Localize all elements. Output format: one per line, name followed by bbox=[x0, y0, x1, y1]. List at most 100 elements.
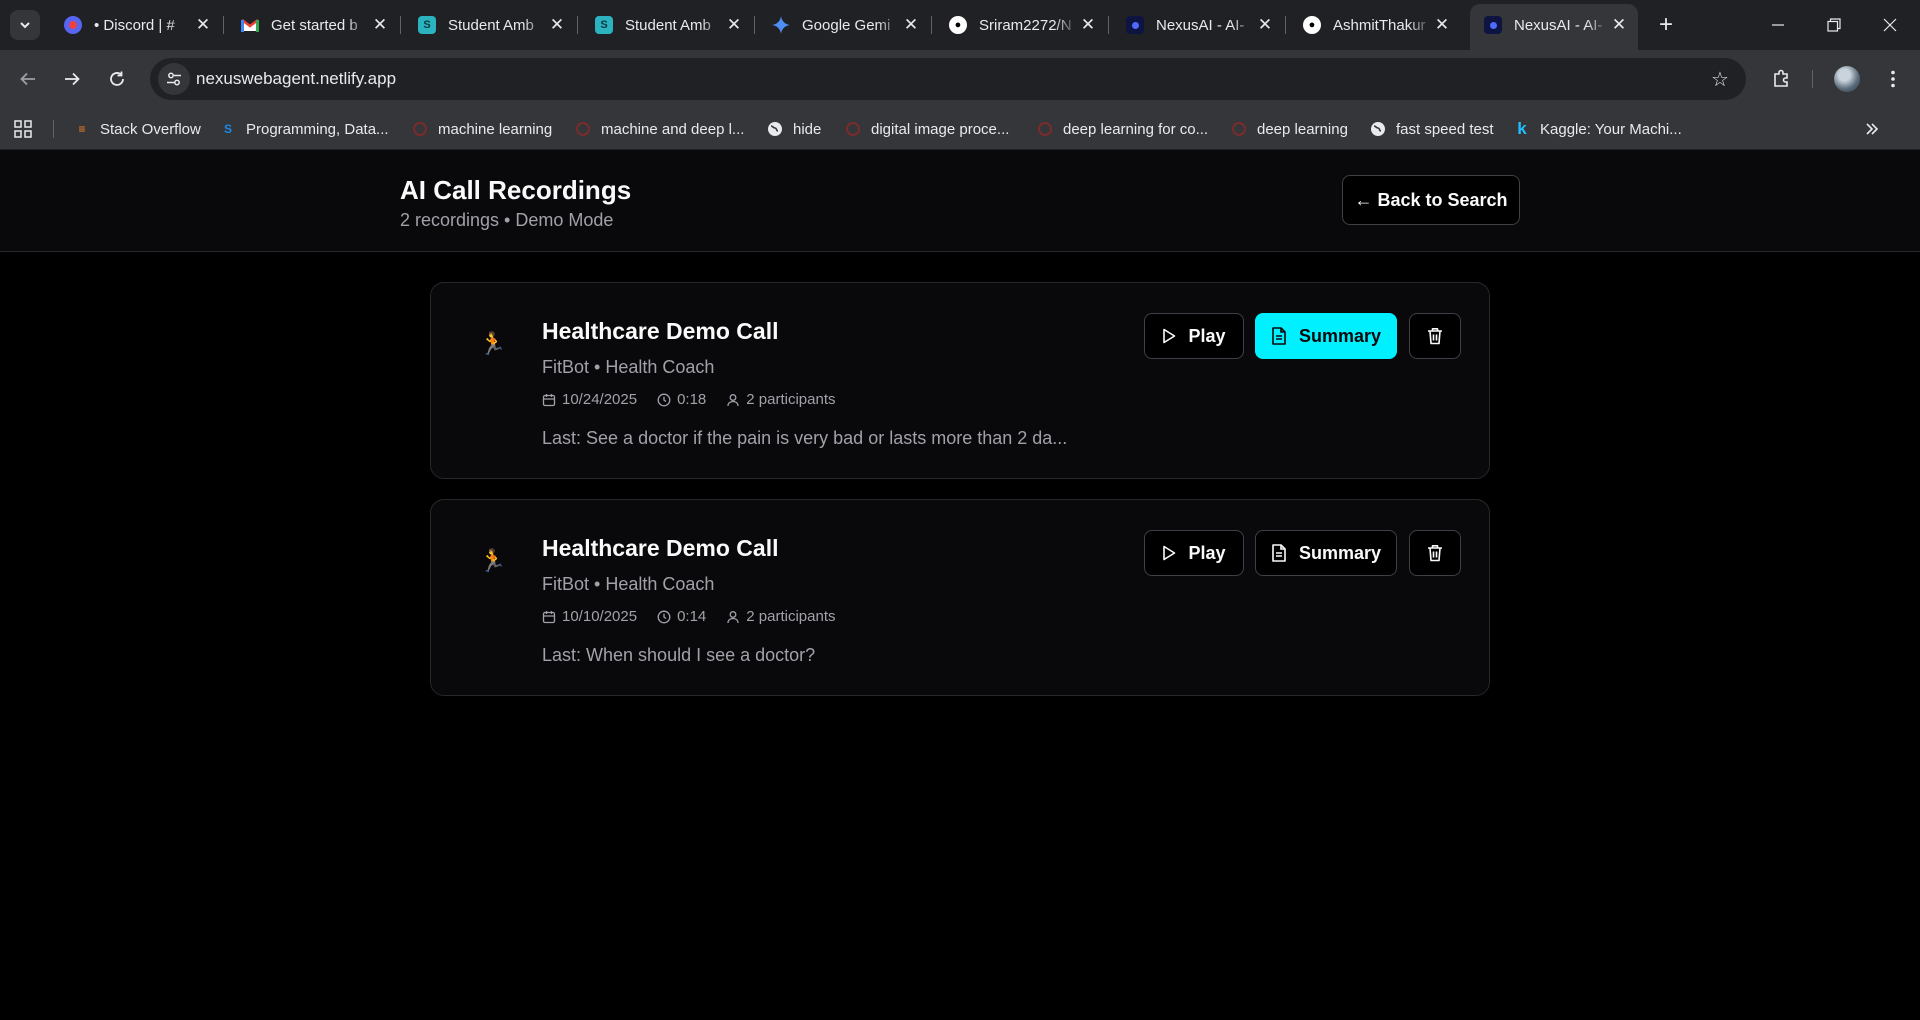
bookmark-programming[interactable]: S Programming, Data... bbox=[220, 108, 389, 150]
bookmark-fast-speed-test[interactable]: fast speed test bbox=[1370, 108, 1494, 150]
bookmark-label: Stack Overflow bbox=[100, 120, 201, 138]
delete-button[interactable] bbox=[1409, 530, 1461, 576]
close-icon[interactable]: ✕ bbox=[1256, 15, 1274, 35]
page-header: AI Call Recordings 2 recordings • Demo M… bbox=[0, 150, 1920, 252]
duration-text: 0:14 bbox=[677, 608, 707, 625]
page-content: AI Call Recordings 2 recordings • Demo M… bbox=[0, 150, 1920, 1020]
tab-label: Sriram2272/N bbox=[979, 16, 1072, 34]
bookmark-machine-deep[interactable]: machine and deep l... bbox=[575, 108, 744, 150]
close-icon[interactable]: ✕ bbox=[548, 15, 566, 35]
play-button[interactable]: Play bbox=[1144, 313, 1244, 359]
student-ambassador-icon: S bbox=[418, 16, 436, 34]
close-icon[interactable]: ✕ bbox=[725, 15, 743, 35]
tab-label: NexusAI - AI- bbox=[1156, 16, 1245, 34]
reload-icon bbox=[110, 71, 124, 86]
tab-github-ashmit[interactable]: ● AshmitThakur ✕ bbox=[1289, 8, 1461, 42]
last-message: Last: When should I see a doctor? bbox=[542, 645, 816, 665]
new-tab-button[interactable]: + bbox=[1651, 10, 1681, 40]
user-icon bbox=[727, 610, 739, 623]
tab-strip: • Discord | # ✕ Get started b ✕ S Studen… bbox=[0, 0, 1920, 50]
extensions-icon[interactable] bbox=[1765, 63, 1797, 95]
profile-avatar[interactable] bbox=[1834, 66, 1860, 92]
bookmark-kaggle[interactable]: k Kaggle: Your Machi... bbox=[1514, 108, 1682, 150]
close-icon[interactable]: ✕ bbox=[1610, 15, 1628, 35]
restore-button[interactable] bbox=[1806, 0, 1862, 50]
tab-nexusai[interactable]: NexusAI - AI- ✕ bbox=[1112, 8, 1286, 42]
tab-nexusai-active[interactable]: NexusAI - AI- ✕ bbox=[1470, 4, 1638, 50]
tab-search-button[interactable] bbox=[10, 10, 40, 40]
apps-grid-icon[interactable] bbox=[14, 108, 32, 150]
participants-text: 2 participants bbox=[746, 391, 836, 408]
tab-gemini[interactable]: Google Gemi ✕ bbox=[758, 8, 932, 42]
trash-icon bbox=[1428, 328, 1442, 345]
tab-student-ambassador[interactable]: S Student Amb ✕ bbox=[404, 8, 578, 42]
close-icon[interactable]: ✕ bbox=[902, 15, 920, 35]
restore-icon bbox=[1827, 18, 1841, 32]
close-icon[interactable]: ✕ bbox=[1433, 15, 1451, 35]
recording-agent: FitBot • Health Coach bbox=[542, 574, 715, 594]
date-text: 10/10/2025 bbox=[562, 608, 638, 625]
clock-icon bbox=[657, 610, 671, 623]
bookmark-digital-image[interactable]: digital image proce... bbox=[845, 108, 1009, 150]
nexusai-icon bbox=[1126, 16, 1144, 34]
github-icon: ● bbox=[1303, 16, 1321, 34]
close-icon[interactable]: ✕ bbox=[1079, 15, 1097, 35]
bookmark-deep-learning[interactable]: deep learning bbox=[1231, 108, 1348, 150]
summary-button[interactable]: Summary bbox=[1255, 530, 1397, 576]
site-info-button[interactable] bbox=[158, 63, 190, 95]
recording-meta: 10/24/2025 0:18 2 participants bbox=[542, 391, 856, 408]
recording-date: 10/24/2025 bbox=[542, 391, 637, 408]
recording-participants: 2 participants bbox=[726, 608, 836, 625]
tab-gmail[interactable]: Get started b ✕ bbox=[227, 8, 401, 42]
browser-menu-icon[interactable] bbox=[1877, 63, 1909, 95]
bookmark-deep-learning-co[interactable]: deep learning for co... bbox=[1037, 108, 1208, 150]
chatgpt-icon bbox=[1037, 121, 1053, 137]
bookmark-machine-learning[interactable]: machine learning bbox=[412, 108, 552, 150]
recording-meta: 10/10/2025 0:14 2 participants bbox=[542, 608, 856, 625]
forward-nav-button[interactable] bbox=[56, 63, 88, 95]
minimize-button[interactable] bbox=[1750, 0, 1806, 50]
globe-icon bbox=[1370, 121, 1386, 137]
trash-icon bbox=[1428, 545, 1442, 562]
tune-icon bbox=[167, 72, 181, 86]
close-icon[interactable]: ✕ bbox=[371, 15, 389, 35]
s-icon: S bbox=[223, 122, 232, 136]
url-text[interactable]: nexuswebagent.netlify.app bbox=[196, 69, 396, 89]
recording-duration: 0:14 bbox=[657, 608, 706, 625]
document-icon bbox=[1272, 327, 1286, 345]
stackoverflow-icon: ≡ bbox=[78, 122, 86, 136]
document-icon bbox=[1272, 544, 1286, 562]
recording-title: Healthcare Demo Call bbox=[542, 535, 779, 561]
chatgpt-icon bbox=[412, 121, 428, 137]
close-icon[interactable]: ✕ bbox=[194, 15, 212, 35]
tab-student-ambassador-2[interactable]: S Student Amb ✕ bbox=[581, 8, 755, 42]
bookmark-label: hide bbox=[793, 120, 822, 138]
play-button[interactable]: Play bbox=[1144, 530, 1244, 576]
tab-discord[interactable]: • Discord | # ✕ bbox=[50, 8, 224, 42]
bookmark-stack-overflow[interactable]: ≡ Stack Overflow bbox=[74, 108, 201, 150]
bookmark-label: deep learning for co... bbox=[1063, 120, 1209, 138]
play-icon bbox=[1163, 545, 1176, 561]
bookmark-label: machine learning bbox=[438, 120, 553, 138]
bookmark-hide[interactable]: hide bbox=[767, 108, 821, 150]
summary-label: Summary bbox=[1298, 325, 1382, 346]
more-bookmarks-icon[interactable] bbox=[1864, 108, 1880, 150]
summary-button[interactable]: Summary bbox=[1255, 313, 1397, 359]
address-bar[interactable]: nexuswebagent.netlify.app ☆ bbox=[150, 58, 1746, 100]
back-to-search-button[interactable]: ← Back to Search bbox=[1342, 175, 1520, 225]
bookmarks-bar: ≡ Stack Overflow S Programming, Data... … bbox=[0, 108, 1920, 150]
chatgpt-icon bbox=[1231, 121, 1247, 137]
bookmark-label: Programming, Data... bbox=[246, 120, 389, 138]
student-ambassador-icon: S bbox=[595, 16, 613, 34]
close-window-button[interactable] bbox=[1862, 0, 1918, 50]
bookmark-star-icon[interactable]: ☆ bbox=[1708, 67, 1732, 91]
gemini-icon bbox=[772, 16, 790, 34]
summary-label: Summary bbox=[1298, 542, 1382, 563]
back-nav-button[interactable] bbox=[12, 63, 44, 95]
reload-button[interactable] bbox=[101, 63, 133, 95]
bookmark-label: digital image proce... bbox=[871, 120, 1010, 138]
tab-github-sriram[interactable]: ● Sriram2272/N ✕ bbox=[935, 8, 1109, 42]
tab-label: NexusAI - AI- bbox=[1514, 16, 1603, 34]
date-text: 10/24/2025 bbox=[562, 391, 638, 408]
delete-button[interactable] bbox=[1409, 313, 1461, 359]
